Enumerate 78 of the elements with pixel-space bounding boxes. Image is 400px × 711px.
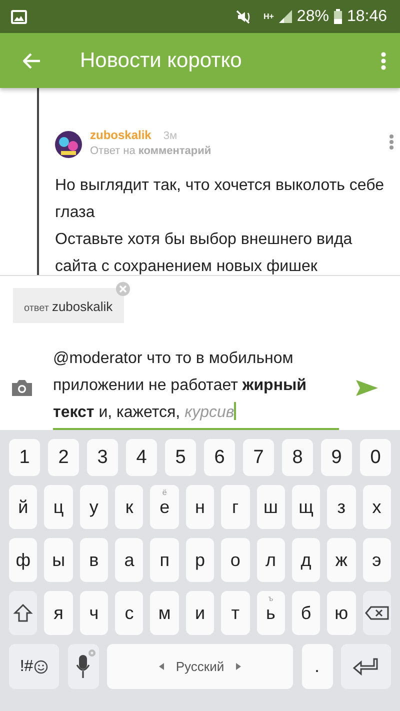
keyboard-key[interactable]: й xyxy=(9,485,38,529)
keyboard-key[interactable]: 7 xyxy=(243,439,274,476)
period-key[interactable]: . xyxy=(302,644,332,689)
comment-text: Оставьте хотя бы выбор внешнего вида сайта с сохранением новых фишек xyxy=(55,230,354,275)
keyboard-key[interactable]: ч xyxy=(80,591,108,635)
keyboard-key[interactable]: 5 xyxy=(165,439,196,476)
keyboard-key[interactable]: э xyxy=(362,538,391,582)
more-options-icon[interactable] xyxy=(381,52,386,70)
key-hint: ъ xyxy=(268,594,274,603)
keyboard-key[interactable]: 1 xyxy=(9,439,40,476)
battery-level: 28% xyxy=(296,8,329,26)
keyboard-key[interactable]: г xyxy=(221,485,250,529)
gear-icon xyxy=(88,649,96,657)
comment-time: 3м xyxy=(163,130,178,142)
keyboard-key[interactable]: з xyxy=(327,485,356,529)
back-arrow-icon[interactable] xyxy=(23,52,41,68)
keyboard-key[interactable]: в xyxy=(80,538,108,582)
comment-text: Но выглядит так, что хочется выколоть себе глаза xyxy=(55,176,386,223)
backspace-key[interactable] xyxy=(362,591,391,635)
keyboard-key[interactable]: ж xyxy=(327,538,356,582)
keyboard-key[interactable]: н xyxy=(186,485,214,529)
keyboard-key[interactable]: т xyxy=(221,591,250,635)
space-key[interactable]: Русский xyxy=(107,644,293,689)
avatar xyxy=(55,131,82,158)
keyboard-key[interactable]: б xyxy=(292,591,320,635)
smiley-icon xyxy=(34,660,48,674)
keyboard-key[interactable]: у xyxy=(80,485,108,529)
keyboard-key[interactable]: л xyxy=(256,538,285,582)
keyboard-key[interactable]: ю xyxy=(327,591,356,635)
keyboard-key[interactable]: щ xyxy=(292,485,320,529)
backspace-icon xyxy=(364,606,389,620)
enter-icon xyxy=(353,658,379,676)
keyboard-key[interactable]: 9 xyxy=(321,439,352,476)
camera-icon[interactable] xyxy=(11,378,33,396)
keyboard-key[interactable]: ы xyxy=(44,538,73,582)
gallery-icon xyxy=(11,10,27,24)
keyboard-key[interactable]: ф xyxy=(9,538,38,582)
mute-icon xyxy=(236,10,252,24)
keyboard-key[interactable]: п xyxy=(150,538,179,582)
voice-key[interactable] xyxy=(68,644,98,689)
key-hint: ё xyxy=(162,488,167,497)
send-icon[interactable] xyxy=(356,380,378,396)
keyboard-key[interactable]: м xyxy=(150,591,179,635)
keyboard-key[interactable]: р xyxy=(186,538,214,582)
keyboard-key[interactable]: ъ ь xyxy=(256,591,285,635)
keyboard-key[interactable]: к xyxy=(115,485,144,529)
shift-key[interactable] xyxy=(9,591,38,635)
keyboard-key[interactable]: 2 xyxy=(48,439,79,476)
keyboard-key[interactable]: а xyxy=(115,538,144,582)
reply-to-text: Ответ на комментарий xyxy=(90,145,212,157)
reply-username: zuboskalik xyxy=(52,299,113,314)
enter-key[interactable] xyxy=(341,644,391,689)
keyboard-key[interactable]: 4 xyxy=(126,439,157,476)
keyboard-key[interactable]: я xyxy=(44,591,73,635)
keyboard-key[interactable]: 0 xyxy=(360,439,391,476)
keyboard-key[interactable]: с xyxy=(115,591,144,635)
shift-icon xyxy=(13,603,34,623)
keyboard-key[interactable]: 6 xyxy=(204,439,235,476)
left-arrow-icon xyxy=(158,663,164,670)
symbols-key[interactable]: !# xyxy=(9,644,59,689)
signal-icon xyxy=(278,10,292,23)
keyboard-key[interactable]: 3 xyxy=(87,439,118,476)
network-type: H+ xyxy=(263,12,274,21)
reply-prefix: ответ xyxy=(24,303,49,314)
keyboard-key[interactable]: д xyxy=(292,538,320,582)
microphone-icon xyxy=(76,654,90,678)
keyboard-key[interactable]: 8 xyxy=(282,439,313,476)
keyboard-key[interactable]: х xyxy=(362,485,391,529)
keyboard-key[interactable]: и xyxy=(186,591,214,635)
keyboard-key[interactable]: о xyxy=(221,538,250,582)
clock: 18:46 xyxy=(346,8,387,26)
more-options-icon[interactable] xyxy=(389,134,394,150)
keyboard-key[interactable]: ш xyxy=(256,485,285,529)
keyboard-key[interactable]: ё е xyxy=(150,485,179,529)
keyboard-key[interactable]: ц xyxy=(44,485,73,529)
right-arrow-icon xyxy=(236,663,242,670)
battery-icon xyxy=(334,9,342,24)
screen-title: Новости коротко xyxy=(80,48,243,72)
